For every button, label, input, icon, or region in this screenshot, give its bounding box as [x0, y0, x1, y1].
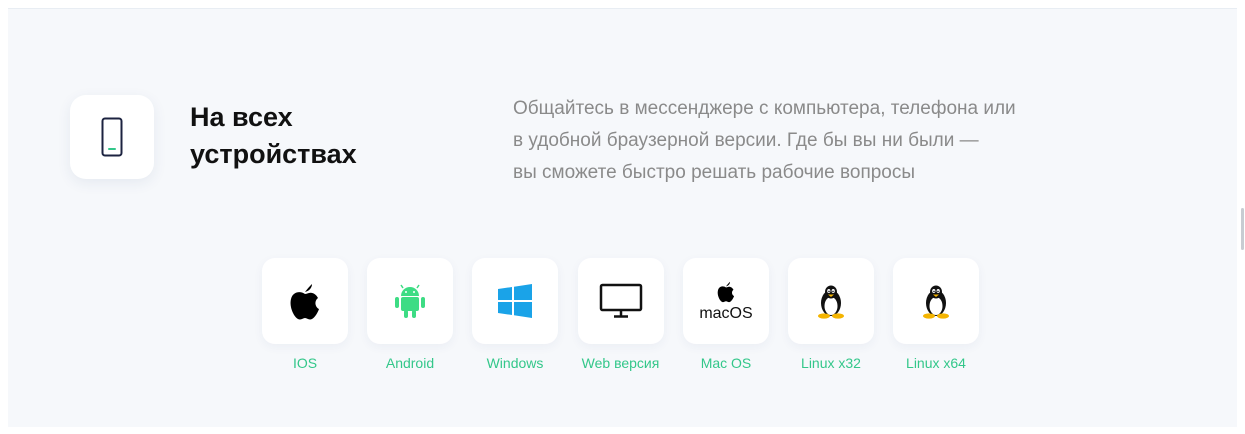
platform-macos[interactable]: macOS Mac OS	[683, 258, 769, 371]
devices-section: На всех устройствах Общайтесь в мессендж…	[8, 8, 1237, 427]
description-line-3: вы сможете быстро решать рабочие вопросы	[513, 162, 916, 183]
scrollbar-thumb[interactable]	[1241, 208, 1244, 250]
section-title: На всех устройствах	[190, 99, 430, 173]
platform-label[interactable]: Android	[386, 355, 434, 371]
platform-tile[interactable]	[788, 258, 874, 344]
platform-tile[interactable]	[472, 258, 558, 344]
platform-android[interactable]: Android	[367, 258, 453, 371]
platform-label[interactable]: Windows	[487, 355, 544, 371]
platform-tile[interactable]	[893, 258, 979, 344]
platform-linux-x64[interactable]: Linux x64	[893, 258, 979, 371]
platform-tile[interactable]	[577, 258, 664, 344]
platform-windows[interactable]: Windows	[472, 258, 558, 371]
platform-tile[interactable]: macOS	[683, 258, 769, 344]
macos-logo-text: macOS	[699, 304, 753, 322]
title-line-1: На всех	[190, 102, 293, 132]
apple-icon	[290, 284, 319, 320]
platform-tile[interactable]	[367, 258, 453, 344]
windows-icon	[498, 284, 532, 318]
android-icon	[395, 284, 425, 318]
description-line-2: в удобной браузерной версии. Где бы вы н…	[513, 130, 979, 151]
description-line-1: Общайтесь в мессенджере с компьютера, те…	[513, 98, 1016, 119]
platform-label[interactable]: Linux x32	[801, 355, 861, 371]
title-line-2: устройствах	[190, 139, 357, 169]
section-description: Общайтесь в мессенджере с компьютера, те…	[513, 93, 1153, 189]
apple-icon	[717, 281, 735, 302]
tux-linux-icon	[923, 285, 949, 319]
platform-label[interactable]: Mac OS	[701, 355, 752, 371]
feature-icon-card	[70, 95, 154, 179]
monitor-icon	[599, 283, 642, 318]
platform-label[interactable]: Web версия	[582, 355, 660, 371]
platform-tile[interactable]	[262, 258, 348, 344]
platform-linux-x32[interactable]: Linux x32	[788, 258, 874, 371]
tux-linux-icon	[818, 285, 844, 319]
platform-label[interactable]: Linux x64	[906, 355, 966, 371]
platform-list: IOS Android Windows Web версия macOS Mac…	[262, 258, 979, 371]
platform-label[interactable]: IOS	[293, 355, 317, 371]
macos-logo: macOS	[699, 280, 753, 323]
platform-web[interactable]: Web версия	[577, 258, 664, 371]
smartphone-icon	[101, 117, 123, 157]
platform-ios[interactable]: IOS	[262, 258, 348, 371]
